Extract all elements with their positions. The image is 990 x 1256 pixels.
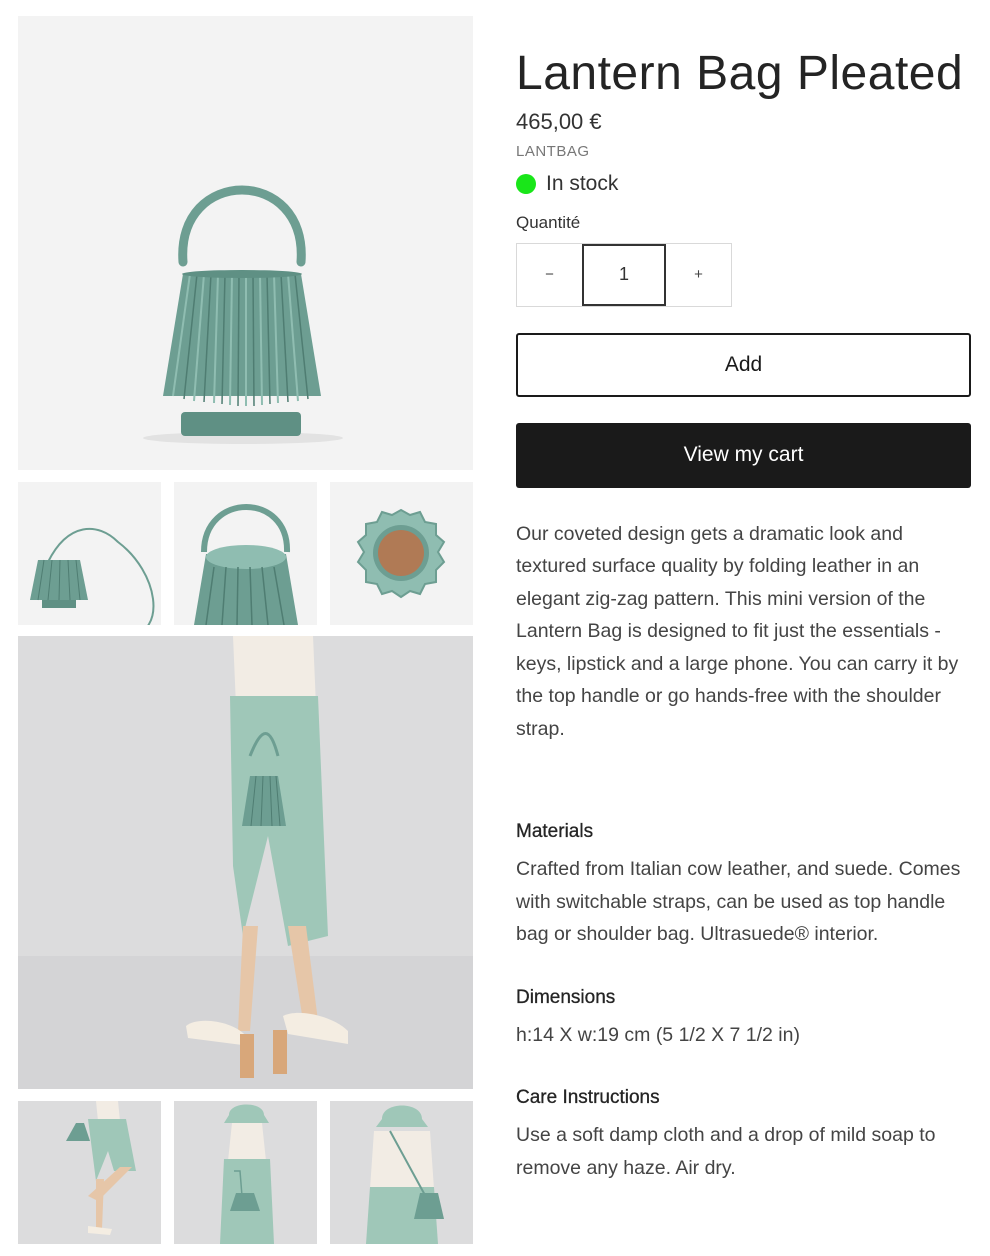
- care-text: Use a soft damp cloth and a drop of mild…: [516, 1124, 936, 1179]
- product-image-model[interactable]: [18, 636, 473, 1089]
- materials-heading: Materials: [516, 821, 594, 843]
- materials-text: Crafted from Italian cow leather, and su…: [516, 858, 961, 946]
- product-thumbnail[interactable]: [330, 482, 473, 625]
- stock-status-label: In stock: [546, 171, 619, 195]
- bag-strap-image: [18, 482, 161, 625]
- product-thumbnail[interactable]: [18, 1101, 161, 1244]
- care-heading: Care Instructions: [516, 1087, 660, 1109]
- quantity-decrease-button[interactable]: −: [517, 243, 582, 306]
- product-thumbnail[interactable]: [330, 1101, 473, 1244]
- product-description: Our coveted design gets a dramatic look …: [516, 522, 959, 740]
- model-pose-1-image: [18, 1101, 161, 1244]
- product-price: 465,00 €: [516, 108, 602, 134]
- model-image: [18, 636, 473, 1089]
- product-thumbnail[interactable]: [18, 482, 161, 625]
- quantity-stepper: − +: [516, 242, 732, 307]
- product-thumbnail[interactable]: [174, 482, 317, 625]
- model-pose-2-image: [174, 1101, 317, 1244]
- product-thumbnail[interactable]: [174, 1101, 317, 1244]
- quantity-label: Quantité: [516, 212, 581, 232]
- view-cart-button[interactable]: View my cart: [516, 422, 971, 488]
- quantity-increase-button[interactable]: +: [666, 243, 731, 306]
- add-to-cart-button[interactable]: Add: [516, 332, 971, 397]
- product-image-main[interactable]: [18, 16, 473, 470]
- dimensions-heading: Dimensions: [516, 986, 616, 1008]
- in-stock-dot-icon: [516, 173, 536, 194]
- bag-top-view-image: [330, 482, 473, 625]
- quantity-input[interactable]: [582, 243, 666, 306]
- dimensions-text: h:14 X w:19 cm (5 1/2 X 7 1/2 in): [516, 1023, 800, 1046]
- bag-front-image: [18, 16, 473, 470]
- product-title: Lantern Bag Pleated: [516, 47, 964, 100]
- product-vendor: LANTBAG: [516, 142, 590, 160]
- model-pose-3-image: [330, 1101, 473, 1244]
- product-info: Lantern Bag Pleated 465,00 € LANTBAG In …: [516, 47, 971, 1184]
- bag-closeup-image: [174, 482, 317, 625]
- stock-status: In stock: [516, 172, 971, 196]
